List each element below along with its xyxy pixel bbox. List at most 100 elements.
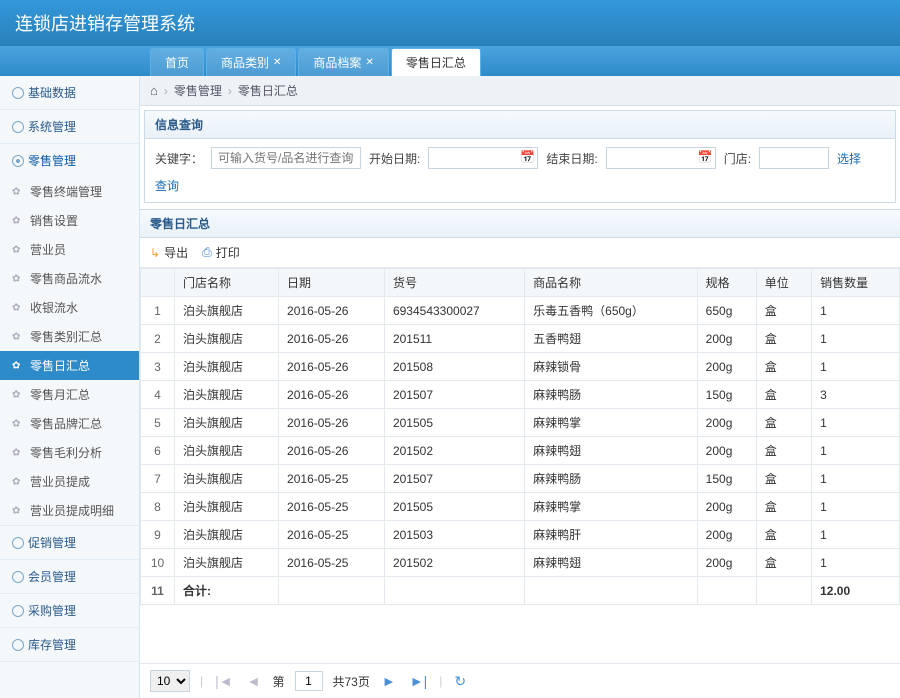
breadcrumb-item: 零售日汇总 bbox=[238, 82, 298, 99]
print-icon: ⎙ bbox=[202, 245, 212, 260]
data-grid: 门店名称日期货号商品名称规格单位销售数量 1泊头旗舰店2016-05-26693… bbox=[140, 268, 900, 605]
cell: 泊头旗舰店 bbox=[175, 325, 279, 353]
cell: 盒 bbox=[756, 521, 811, 549]
side-group-header[interactable]: 基础数据 bbox=[0, 76, 139, 109]
keyword-input[interactable] bbox=[211, 147, 361, 169]
cell: 201505 bbox=[384, 409, 524, 437]
sidebar-item[interactable]: 营业员提成明细 bbox=[0, 496, 139, 525]
cell: 盒 bbox=[756, 493, 811, 521]
side-group-header[interactable]: 会员管理 bbox=[0, 560, 139, 593]
table-row[interactable]: 10泊头旗舰店2016-05-25201502麻辣鸭翅200g盒1 bbox=[141, 549, 900, 577]
sidebar-item[interactable]: 零售日汇总 bbox=[0, 351, 139, 380]
table-row[interactable]: 4泊头旗舰店2016-05-26201507麻辣鸭肠150g盒3 bbox=[141, 381, 900, 409]
row-number: 7 bbox=[141, 465, 175, 493]
tab-1[interactable]: 商品类别 ✕ bbox=[206, 48, 296, 76]
cell: 盒 bbox=[756, 409, 811, 437]
table-row[interactable]: 5泊头旗舰店2016-05-26201505麻辣鸭掌200g盒1 bbox=[141, 409, 900, 437]
sidebar-item[interactable]: 零售月汇总 bbox=[0, 380, 139, 409]
cell: 泊头旗舰店 bbox=[175, 381, 279, 409]
tab-2[interactable]: 商品档案✕ bbox=[298, 48, 388, 76]
side-group: 促销管理 bbox=[0, 526, 139, 560]
cell: 201507 bbox=[384, 465, 524, 493]
select-link[interactable]: 选择 bbox=[837, 150, 861, 167]
column-header[interactable]: 日期 bbox=[279, 269, 385, 297]
table-row[interactable]: 2泊头旗舰店2016-05-26201511五香鸭翅200g盒1 bbox=[141, 325, 900, 353]
side-group: 库存管理 bbox=[0, 628, 139, 662]
row-number: 2 bbox=[141, 325, 175, 353]
close-icon[interactable]: ✕ bbox=[365, 57, 373, 68]
tab-3[interactable]: 零售日汇总 bbox=[391, 48, 481, 76]
side-group-header[interactable]: 系统管理 bbox=[0, 110, 139, 143]
table-row[interactable]: 7泊头旗舰店2016-05-25201507麻辣鸭肠150g盒1 bbox=[141, 465, 900, 493]
row-number: 4 bbox=[141, 381, 175, 409]
start-date-wrap: 📅 bbox=[428, 147, 538, 169]
side-group-header[interactable]: 零售管理 bbox=[0, 144, 139, 177]
store-input[interactable] bbox=[759, 147, 829, 169]
search-panel: 信息查询 关键字： 开始日期: 📅 结束日期: 📅 门店: 选择 查询 bbox=[144, 110, 896, 203]
sidebar-item[interactable]: 销售设置 bbox=[0, 206, 139, 235]
cell: 盒 bbox=[756, 325, 811, 353]
cell: 150g bbox=[697, 381, 756, 409]
close-icon[interactable]: ✕ bbox=[273, 57, 281, 68]
calendar-icon[interactable]: 📅 bbox=[520, 150, 535, 164]
pager: 10 | |◄ ◄ 第 共73页 ► ►| | ↻ bbox=[140, 663, 900, 698]
table-row[interactable]: 9泊头旗舰店2016-05-25201503麻辣鸭肝200g盒1 bbox=[141, 521, 900, 549]
cell: 泊头旗舰店 bbox=[175, 297, 279, 325]
side-group: 零售管理零售终端管理销售设置营业员零售商品流水收银流水零售类别汇总零售日汇总零售… bbox=[0, 144, 139, 526]
start-date-label: 开始日期: bbox=[369, 150, 420, 167]
cell: 3 bbox=[812, 381, 900, 409]
cell: 2016-05-26 bbox=[279, 353, 385, 381]
export-button[interactable]: ↳ 导出 bbox=[150, 244, 188, 261]
home-icon[interactable]: ⌂ bbox=[150, 83, 158, 98]
sidebar-item[interactable]: 营业员提成 bbox=[0, 467, 139, 496]
column-header[interactable]: 商品名称 bbox=[525, 269, 698, 297]
main-area: ⌂ › 零售管理 › 零售日汇总 信息查询 关键字： 开始日期: 📅 结束日期:… bbox=[140, 76, 900, 698]
table-row[interactable]: 8泊头旗舰店2016-05-25201505麻辣鸭掌200g盒1 bbox=[141, 493, 900, 521]
section-title: 零售日汇总 bbox=[140, 209, 900, 238]
page-size-select[interactable]: 10 bbox=[150, 670, 190, 692]
tab-label: 商品类别 bbox=[221, 54, 269, 71]
keyword-label: 关键字： bbox=[155, 150, 203, 167]
column-header[interactable]: 门店名称 bbox=[175, 269, 279, 297]
column-header[interactable]: 单位 bbox=[756, 269, 811, 297]
cell: 1 bbox=[812, 521, 900, 549]
end-date-label: 结束日期: bbox=[546, 150, 597, 167]
grid-toolbar: ↳ 导出 ⎙ 打印 bbox=[140, 238, 900, 268]
sidebar-item[interactable]: 零售商品流水 bbox=[0, 264, 139, 293]
query-link[interactable]: 查询 bbox=[155, 177, 179, 194]
export-label: 导出 bbox=[164, 244, 188, 261]
sidebar-item[interactable]: 零售毛利分析 bbox=[0, 438, 139, 467]
breadcrumb-item[interactable]: 零售管理 bbox=[174, 82, 222, 99]
sidebar-item[interactable]: 收银流水 bbox=[0, 293, 139, 322]
cell: 1 bbox=[812, 465, 900, 493]
column-header[interactable]: 货号 bbox=[384, 269, 524, 297]
column-header[interactable]: 规格 bbox=[697, 269, 756, 297]
table-row[interactable]: 1泊头旗舰店2016-05-266934543300027乐毒五香鸭（650g）… bbox=[141, 297, 900, 325]
export-icon: ↳ bbox=[150, 246, 160, 260]
cell: 盒 bbox=[756, 381, 811, 409]
cell: 1 bbox=[812, 549, 900, 577]
cell: 200g bbox=[697, 353, 756, 381]
table-row[interactable]: 3泊头旗舰店2016-05-26201508麻辣锁骨200g盒1 bbox=[141, 353, 900, 381]
cell: 麻辣鸭掌 bbox=[525, 409, 698, 437]
tab-0[interactable]: 首页 bbox=[150, 48, 204, 76]
cell: 201503 bbox=[384, 521, 524, 549]
store-label: 门店: bbox=[724, 150, 751, 167]
cell: 1 bbox=[812, 409, 900, 437]
side-group-header[interactable]: 库存管理 bbox=[0, 628, 139, 661]
cell: 150g bbox=[697, 465, 756, 493]
side-group-header[interactable]: 促销管理 bbox=[0, 526, 139, 559]
sidebar-item[interactable]: 零售类别汇总 bbox=[0, 322, 139, 351]
side-group: 基础数据 bbox=[0, 76, 139, 110]
sidebar-item[interactable]: 零售终端管理 bbox=[0, 177, 139, 206]
print-button[interactable]: ⎙ 打印 bbox=[202, 244, 240, 261]
row-number: 3 bbox=[141, 353, 175, 381]
sidebar-item[interactable]: 零售品牌汇总 bbox=[0, 409, 139, 438]
calendar-icon[interactable]: 📅 bbox=[698, 150, 713, 164]
cell: 麻辣锁骨 bbox=[525, 353, 698, 381]
side-group-header[interactable]: 采购管理 bbox=[0, 594, 139, 627]
column-header[interactable]: 销售数量 bbox=[812, 269, 900, 297]
table-row[interactable]: 6泊头旗舰店2016-05-26201502麻辣鸭翅200g盒1 bbox=[141, 437, 900, 465]
sidebar-item[interactable]: 营业员 bbox=[0, 235, 139, 264]
page-input[interactable] bbox=[295, 671, 323, 691]
